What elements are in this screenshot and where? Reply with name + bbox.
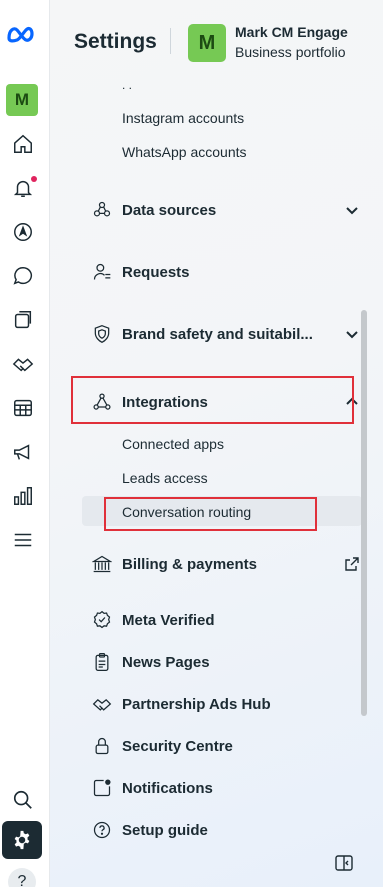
clipboard-icon <box>90 650 114 674</box>
meta-logo-icon[interactable] <box>6 24 40 44</box>
table-icon <box>14 399 32 417</box>
nav-section-partnership-ads[interactable]: Partnership Ads Hub <box>90 686 360 722</box>
business-avatar-letter: M <box>14 90 30 109</box>
data-sources-label: Data sources <box>122 201 217 219</box>
nav-section-billing[interactable]: Billing & payments <box>90 546 360 582</box>
nav-item-instagram-accounts[interactable]: Instagram accounts <box>122 110 244 126</box>
nav-section-requests[interactable]: Requests <box>90 254 360 290</box>
table-button[interactable] <box>5 390 41 426</box>
nav-item-whatsapp-accounts[interactable]: WhatsApp accounts <box>122 144 247 160</box>
chevron-down-icon[interactable] <box>344 326 360 342</box>
business-subtitle: Business portfolio <box>235 44 346 60</box>
notifications-button[interactable] <box>5 170 41 206</box>
page-title: Settings <box>74 30 157 53</box>
lock-icon <box>90 734 114 758</box>
business-name[interactable]: Mark CM Engage <box>235 24 348 40</box>
header-divider <box>170 28 171 54</box>
handshake-icon <box>90 692 114 716</box>
handshake-icon <box>12 358 34 372</box>
pages-icon <box>14 311 32 329</box>
question-circle-icon <box>90 818 114 842</box>
portfolio-avatar[interactable]: M <box>188 24 226 62</box>
verified-badge-icon <box>90 608 114 632</box>
megaphone-icon <box>14 444 30 460</box>
truncated-item: . . <box>122 80 133 92</box>
nav-section-setup-guide[interactable]: Setup guide <box>90 812 360 848</box>
ads-button[interactable] <box>5 434 41 470</box>
news-pages-label: News Pages <box>122 653 210 671</box>
external-link-icon[interactable] <box>344 556 360 572</box>
explore-button[interactable] <box>5 214 41 250</box>
nav-section-notifications[interactable]: Notifications <box>90 770 360 806</box>
notification-square-icon <box>90 776 114 800</box>
person-check-icon <box>90 260 114 284</box>
portfolio-avatar-letter: M <box>198 31 216 54</box>
settings-panel: Settings M Mark CM Engage Business portf… <box>50 0 383 887</box>
help-button[interactable]: ? <box>8 868 36 887</box>
settings-button[interactable] <box>2 821 42 859</box>
menu-button[interactable] <box>5 522 41 558</box>
conversation-routing-highlight <box>104 497 317 531</box>
nav-section-news-pages[interactable]: News Pages <box>90 644 360 680</box>
home-icon <box>14 134 32 153</box>
nav-section-meta-verified[interactable]: Meta Verified <box>90 602 360 638</box>
chat-bubble-icon <box>13 267 33 285</box>
search-icon <box>13 790 32 809</box>
left-nav-rail: M ? <box>0 0 50 887</box>
setup-guide-label: Setup guide <box>122 821 208 839</box>
business-avatar[interactable]: M <box>6 84 38 116</box>
messages-button[interactable] <box>5 258 41 294</box>
home-button[interactable] <box>5 126 41 162</box>
requests-label: Requests <box>122 263 190 281</box>
notification-dot <box>31 176 37 182</box>
settings-nav: . . Instagram accounts WhatsApp accounts… <box>50 80 383 850</box>
data-sources-icon <box>90 198 114 222</box>
partnerships-button[interactable] <box>5 346 41 382</box>
chevron-down-icon[interactable] <box>344 202 360 218</box>
bar-chart-icon <box>14 487 32 505</box>
collapse-sidebar-icon[interactable] <box>334 853 354 873</box>
partnership-ads-label: Partnership Ads Hub <box>122 695 271 713</box>
notifications-label: Notifications <box>122 779 213 797</box>
nav-section-data-sources[interactable]: Data sources <box>90 192 360 228</box>
nav-scrollbar[interactable] <box>361 310 367 716</box>
shield-icon <box>90 322 114 346</box>
settings-header: Settings M Mark CM Engage Business portf… <box>50 0 383 80</box>
hamburger-menu-icon <box>14 533 32 547</box>
brand-safety-label: Brand safety and suitabil... <box>122 325 313 343</box>
pages-button[interactable] <box>5 302 41 338</box>
meta-verified-label: Meta Verified <box>122 611 215 629</box>
nav-section-brand-safety[interactable]: Brand safety and suitabil... <box>90 316 360 352</box>
nav-section-security[interactable]: Security Centre <box>90 728 360 764</box>
nav-item-leads-access[interactable]: Leads access <box>122 470 208 486</box>
search-button[interactable] <box>5 782 41 818</box>
gear-icon <box>14 830 30 850</box>
billing-label: Billing & payments <box>122 555 258 573</box>
security-label: Security Centre <box>122 737 233 755</box>
compass-icon <box>14 223 32 241</box>
bank-icon <box>90 552 114 576</box>
nav-item-connected-apps[interactable]: Connected apps <box>122 436 224 452</box>
insights-button[interactable] <box>5 478 41 514</box>
help-icon: ? <box>17 873 27 887</box>
integrations-highlight <box>71 376 354 424</box>
